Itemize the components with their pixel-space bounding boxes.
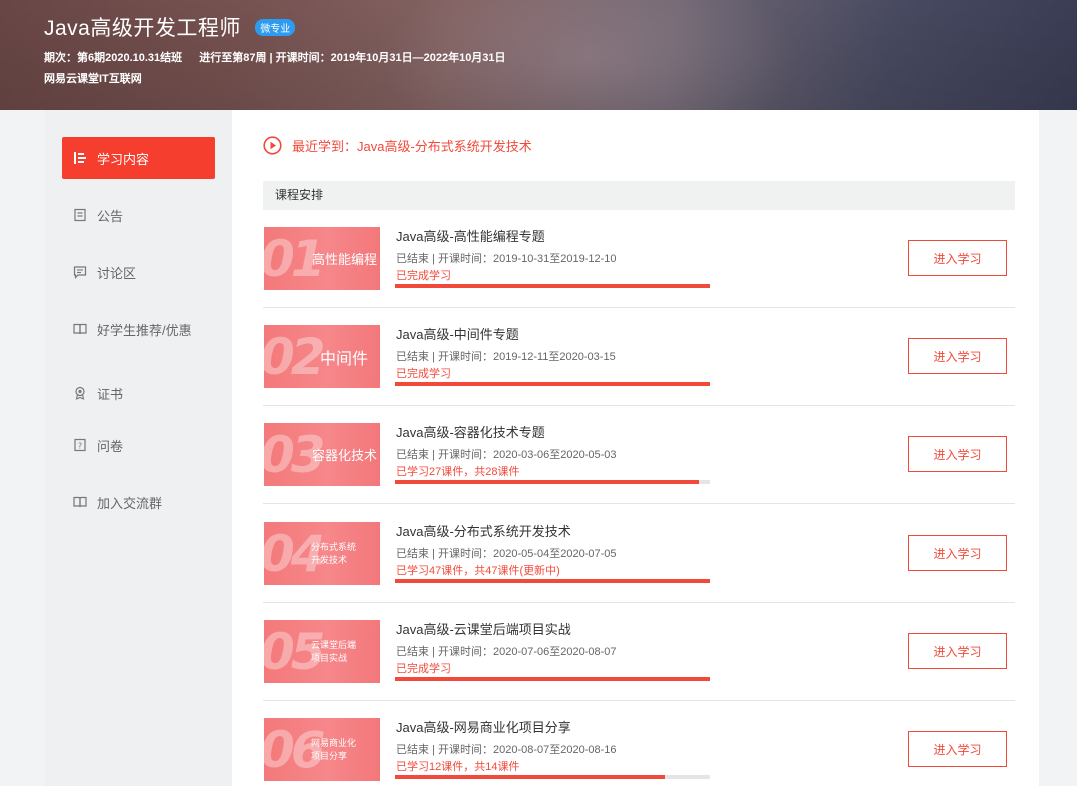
enter-study-button[interactable]: 进入学习	[908, 633, 1007, 669]
course-thumbnail-label: 高性能编程	[311, 252, 377, 267]
course-progress-fill	[395, 480, 699, 484]
course-thumbnail-label: 中间件	[319, 350, 368, 368]
course-title[interactable]: Java高级-云课堂后端项目实战	[396, 619, 571, 638]
course-progress-fill	[395, 775, 665, 779]
micro-major-badge: 微专业	[255, 18, 296, 36]
course-title[interactable]: Java高级-中间件专题	[396, 324, 519, 343]
content-list-icon	[73, 151, 87, 165]
course-period: 期次：第6期2020.10.31结班	[44, 52, 183, 64]
book-icon	[73, 495, 87, 509]
sidebar-item-label: 好学生推荐/优惠	[97, 322, 192, 338]
course-time: 已结束 | 开课时间：2020-05-04至2020-07-05	[396, 548, 617, 560]
course-status: 已学习47课件，共47课件(更新中)	[396, 565, 560, 577]
enter-study-button[interactable]: 进入学习	[908, 436, 1007, 472]
sidebar-item-label: 学习内容	[97, 151, 150, 167]
course-row: 03 容器化技术 Java高级-容器化技术专题已结束 | 开课时间：2020-03-…	[263, 406, 1015, 504]
sidebar-item-questionnaire[interactable]: ? 问卷	[62, 424, 215, 466]
sidebar-item-recommend[interactable]: 好学生推荐/优惠	[62, 308, 215, 350]
course-thumbnail-label: 容器化技术	[311, 448, 377, 463]
course-thumbnail-label: 云课堂后端 项目实战	[311, 639, 357, 663]
course-thumbnail-label: 网易商业化 项目分享	[311, 737, 357, 761]
course-progress-bar	[395, 284, 710, 288]
course-time: 已结束 | 开课时间：2020-07-06至2020-08-07	[396, 646, 617, 658]
school-name: 网易云课堂IT互联网	[44, 73, 142, 85]
course-progress-fill	[395, 382, 710, 386]
book-icon	[73, 322, 87, 336]
course-status: 已完成学习	[396, 270, 451, 282]
discussion-icon	[73, 265, 87, 279]
course-time: 已结束 | 开课时间：2020-08-07至2020-08-16	[396, 744, 617, 756]
enter-study-button[interactable]: 进入学习	[908, 240, 1007, 276]
sidebar-item-label: 证书	[97, 386, 124, 402]
course-time: 已结束 | 开课时间：2019-12-11至2020-03-15	[396, 351, 616, 363]
course-thumbnail[interactable]: 04 分布式系统 开发技术	[264, 522, 380, 585]
course-progress-bar	[395, 480, 710, 484]
recent-study-text: 最近学到：Java高级-分布式系统开发技术	[292, 139, 532, 154]
course-progress-bar	[395, 382, 710, 386]
course-number: 02	[264, 328, 326, 386]
course-status: 已完成学习	[396, 368, 451, 380]
course-progress-bar	[395, 677, 710, 681]
course-title[interactable]: Java高级-分布式系统开发技术	[396, 521, 571, 540]
sidebar-item-certificate[interactable]: 证书	[62, 372, 215, 414]
sidebar-item-discussion[interactable]: 讨论区	[62, 251, 215, 293]
questionnaire-icon: ?	[73, 438, 87, 452]
sidebar-item-label: 讨论区	[97, 265, 137, 281]
enter-study-button[interactable]: 进入学习	[908, 338, 1007, 374]
course-progress-fill	[395, 579, 710, 583]
course-title[interactable]: Java高级-高性能编程专题	[396, 226, 545, 245]
play-circle-icon	[263, 136, 282, 155]
course-progress-bar	[395, 579, 710, 583]
course-status: 已学习12课件，共14课件	[396, 761, 520, 773]
main-content: 最近学到：Java高级-分布式系统开发技术 课程安排 01 高性能编程 Java高级…	[232, 110, 1039, 786]
enter-study-button[interactable]: 进入学习	[908, 535, 1007, 571]
enter-study-button[interactable]: 进入学习	[908, 731, 1007, 767]
sidebar-item-label: 加入交流群	[97, 495, 163, 511]
course-time: 已结束 | 开课时间：2020-03-06至2020-05-03	[396, 449, 617, 461]
course-row: 05 云课堂后端 项目实战 Java高级-云课堂后端项目实战已结束 | 开课时间：20…	[263, 603, 1015, 701]
section-title: 课程安排	[263, 181, 1015, 210]
course-title: Java高级开发工程师	[44, 17, 241, 40]
recent-study-link[interactable]: 最近学到：Java高级-分布式系统开发技术	[263, 136, 532, 155]
course-progress-bar	[395, 775, 710, 779]
course-progress-fill	[395, 677, 710, 681]
sidebar-item-learning-content[interactable]: 学习内容	[62, 137, 215, 179]
sidebar-item-join-group[interactable]: 加入交流群	[62, 481, 215, 523]
course-progress-fill	[395, 284, 710, 288]
course-banner: Java高级开发工程师 微专业 期次：第6期2020.10.31结班 进行至第8…	[0, 0, 1077, 110]
course-title[interactable]: Java高级-容器化技术专题	[396, 422, 545, 441]
course-row: 04 分布式系统 开发技术 Java高级-分布式系统开发技术已结束 | 开课时间：20…	[263, 505, 1015, 603]
notice-icon	[73, 208, 87, 222]
course-row: 06 网易商业化 项目分享 Java高级-网易商业化项目分享已结束 | 开课时间：20…	[263, 701, 1015, 786]
course-status: 已学习27课件，共28课件	[396, 466, 520, 478]
svg-text:?: ?	[78, 442, 82, 451]
sidebar: 学习内容 公告 讨论区 好学生推荐/优惠 证书 ? 问卷 加入交流群	[45, 110, 232, 786]
course-thumbnail[interactable]: 06 网易商业化 项目分享	[264, 718, 380, 781]
course-row: 02 中间件 Java高级-中间件专题已结束 | 开课时间：2019-12-11至2…	[263, 308, 1015, 406]
course-thumbnail-label: 分布式系统 开发技术	[311, 541, 357, 565]
certificate-icon	[73, 386, 87, 400]
course-row: 01 高性能编程 Java高级-高性能编程专题已结束 | 开课时间：2019-10-…	[263, 210, 1015, 308]
course-status: 已完成学习	[396, 663, 451, 675]
course-thumbnail[interactable]: 05 云课堂后端 项目实战	[264, 620, 380, 683]
sidebar-item-label: 问卷	[97, 438, 124, 454]
course-thumbnail[interactable]: 01 高性能编程	[264, 227, 380, 290]
course-schedule: 进行至第87周 | 开课时间：2019年10月31日—2022年10月31日	[199, 52, 506, 64]
sidebar-item-label: 公告	[97, 208, 124, 224]
sidebar-item-notice[interactable]: 公告	[62, 194, 215, 236]
course-title[interactable]: Java高级-网易商业化项目分享	[396, 717, 571, 736]
course-time: 已结束 | 开课时间：2019-10-31至2019-12-10	[396, 253, 617, 265]
course-thumbnail[interactable]: 03 容器化技术	[264, 423, 380, 486]
course-thumbnail[interactable]: 02 中间件	[264, 325, 380, 388]
